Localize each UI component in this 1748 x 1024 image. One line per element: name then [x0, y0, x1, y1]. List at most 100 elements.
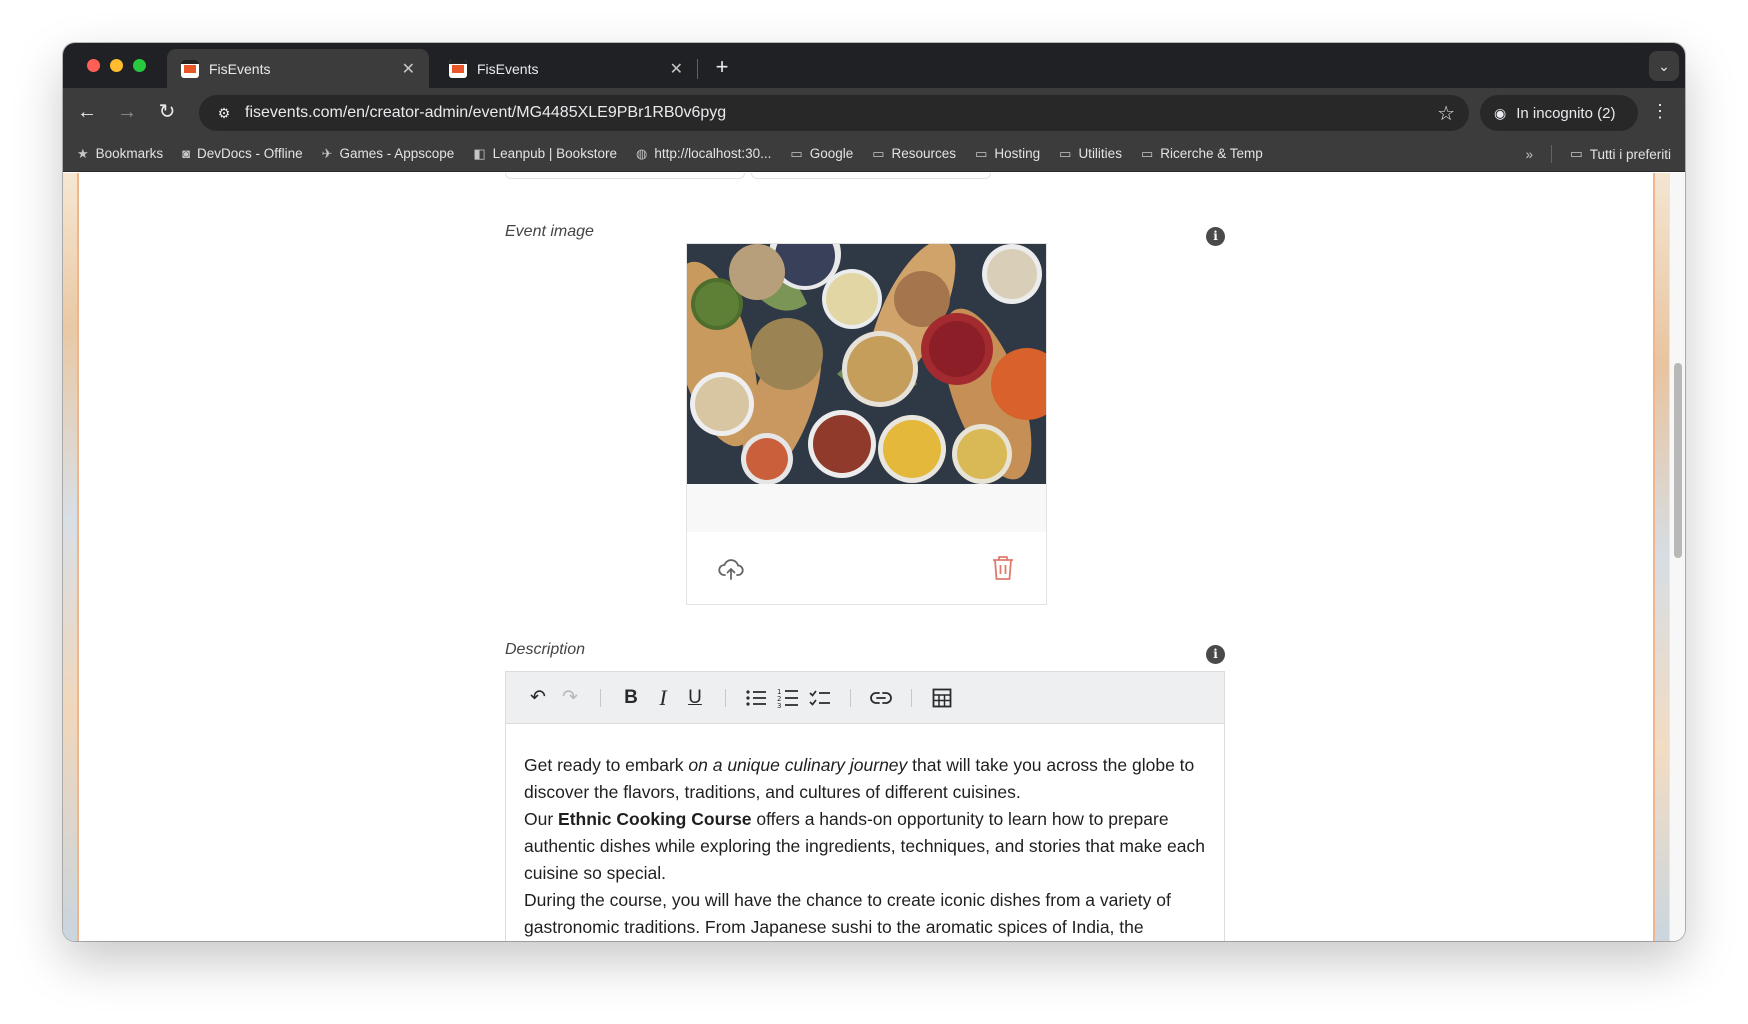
toolbar-divider [911, 688, 912, 707]
forward-arrow-icon[interactable]: → [115, 100, 139, 124]
url-text[interactable]: fisevents.com/en/creator-admin/event/MG4… [245, 104, 1437, 122]
reload-icon[interactable]: ↻ [155, 100, 179, 124]
fisevents-favicon-icon [181, 59, 199, 78]
bookmark-label: Google [809, 146, 854, 161]
back-arrow-icon[interactable]: ← [75, 100, 99, 124]
bullet-list-icon[interactable] [740, 682, 772, 714]
bookmark-folder-utilities[interactable]: ▭ Utilities [1059, 146, 1122, 162]
tab-fisevents-active[interactable]: FisEvents ✕ [167, 49, 429, 88]
close-window-button[interactable] [87, 59, 100, 72]
devdocs-icon: ◙ [182, 146, 191, 161]
event-image-info-icon[interactable]: i [1206, 227, 1225, 246]
folder-icon: ▭ [1569, 146, 1583, 161]
delete-trash-icon[interactable] [991, 555, 1015, 581]
tab-close-icon[interactable]: ✕ [670, 59, 683, 79]
numbered-list-icon[interactable]: 123 [772, 682, 804, 714]
browser-toolbar: ← → ↻ ⚙ fisevents.com/en/creator-admin/e… [63, 88, 1685, 136]
spices-and-legumes-image [687, 244, 1046, 484]
previous-button-right[interactable] [751, 173, 991, 179]
appscope-icon: ✈ [321, 145, 333, 161]
upload-cloud-icon[interactable] [718, 556, 744, 582]
browser-window: FisEvents ✕ FisEvents ✕ + ⌄ ← → ↻ ⚙ fise… [63, 43, 1685, 941]
redo-icon[interactable]: ↷ [554, 682, 586, 714]
bookmark-devdocs[interactable]: ◙ DevDocs - Offline [182, 146, 302, 161]
bold-button[interactable]: B [615, 682, 647, 714]
bookmark-appscope[interactable]: ✈ Games - Appscope [322, 146, 455, 162]
page-viewport: Event image i Description i ↶ ↷ B I U 1 … [63, 173, 1685, 941]
bookmark-leanpub[interactable]: ◧ Leanpub | Bookstore [473, 146, 617, 162]
bookmark-star-icon[interactable]: ☆ [1437, 101, 1455, 126]
checklist-icon[interactable] [804, 682, 836, 714]
description-paragraph: Get ready to embark on a unique culinary… [524, 752, 1206, 806]
bookmark-label: Games - Appscope [339, 146, 455, 161]
incognito-label: In incognito (2) [1516, 104, 1616, 122]
tab-title: FisEvents [209, 60, 271, 77]
tab-search-chevron-icon[interactable]: ⌄ [1649, 51, 1679, 81]
address-bar[interactable]: ⚙ fisevents.com/en/creator-admin/event/M… [199, 95, 1469, 131]
bookmark-label: Resources [891, 146, 957, 161]
editor-content[interactable]: Get ready to embark on a unique culinary… [506, 724, 1224, 941]
description-info-icon[interactable]: i [1206, 645, 1225, 664]
scrollbar-thumb[interactable] [1674, 363, 1682, 558]
globe-icon: ◍ [635, 145, 648, 161]
table-icon[interactable] [926, 682, 958, 714]
bookmarks-overflow-icon[interactable]: » [1525, 147, 1533, 162]
description-editor[interactable]: ↶ ↷ B I U 123 Get ready to embark on a u… [505, 671, 1225, 941]
underline-button[interactable]: U [679, 682, 711, 714]
page-scrollbar[interactable] [1669, 173, 1685, 941]
bookmark-folder-ricerche[interactable]: ▭ Ricerche & Temp [1141, 146, 1263, 162]
event-image-photo [687, 244, 1046, 484]
toolbar-divider [600, 688, 601, 707]
bookmark-label: DevDocs - Offline [197, 146, 303, 161]
link-icon[interactable] [865, 682, 897, 714]
folder-icon: ▭ [790, 145, 803, 161]
tab-divider [697, 59, 698, 79]
minimize-window-button[interactable] [110, 59, 123, 72]
text-run: Our [524, 809, 559, 829]
new-tab-button[interactable]: + [708, 53, 736, 81]
bold-text: Ethnic Cooking Course [558, 809, 752, 829]
folder-icon: ▭ [1140, 145, 1154, 161]
star-icon: ★ [77, 145, 89, 161]
description-label: Description [505, 641, 586, 658]
bookmark-localhost[interactable]: ◍ http://localhost:30... [636, 146, 771, 162]
background-image-right [1653, 173, 1669, 941]
undo-icon[interactable]: ↶ [522, 682, 554, 714]
image-card-spacer [687, 484, 1046, 532]
previous-button-left[interactable] [505, 173, 745, 179]
bookmark-folder-hosting[interactable]: ▭ Hosting [975, 146, 1040, 162]
window-controls [87, 59, 146, 72]
bookmark-label: Bookmarks [95, 146, 164, 161]
bookmark-bookmarks[interactable]: ★ Bookmarks [77, 146, 163, 162]
bookmark-label: http://localhost:30... [654, 146, 772, 161]
italic-button[interactable]: I [647, 682, 679, 714]
toolbar-divider [850, 688, 851, 707]
browser-menu-icon[interactable]: ⋮ [1651, 101, 1669, 122]
description-paragraph: Our Ethnic Cooking Course offers a hands… [524, 806, 1206, 887]
leanpub-icon: ◧ [473, 145, 486, 161]
editor-toolbar: ↶ ↷ B I U 123 [506, 672, 1224, 724]
bookmark-folder-google[interactable]: ▭ Google [790, 146, 853, 162]
tab-close-icon[interactable]: ✕ [402, 59, 415, 79]
toolbar-divider [725, 688, 726, 707]
all-bookmarks-folder[interactable]: Tutti i preferiti [1590, 147, 1671, 162]
bookmarks-right-group: » ▭ Tutti i preferiti [1525, 136, 1671, 172]
bookmark-folder-resources[interactable]: ▭ Resources [872, 146, 956, 162]
folder-icon: ▭ [872, 145, 885, 161]
maximize-window-button[interactable] [133, 59, 146, 72]
incognito-icon: ◉ [1494, 104, 1507, 121]
bookmarks-bar: ★ Bookmarks ◙ DevDocs - Offline ✈ Games - A… [63, 136, 1685, 172]
incognito-indicator[interactable]: ◉ In incognito (2) [1480, 95, 1638, 131]
description-paragraph: During the course, you will have the cha… [524, 890, 1171, 937]
event-image-label: Event image [505, 223, 594, 240]
fisevents-favicon-icon [449, 59, 467, 78]
bookmark-label: Utilities [1078, 146, 1122, 161]
event-form: Event image i Description i ↶ ↷ B I U 1 … [505, 173, 1225, 941]
folder-icon: ▭ [1059, 145, 1072, 161]
bookmark-label: Leanpub | Bookstore [492, 146, 617, 161]
tab-fisevents[interactable]: FisEvents ✕ [435, 49, 697, 88]
site-settings-icon[interactable]: ⚙ [209, 105, 239, 122]
bookmarks-divider [1550, 145, 1552, 163]
previous-field-buttons [505, 173, 991, 179]
text-run: Get ready to embark [524, 755, 689, 775]
